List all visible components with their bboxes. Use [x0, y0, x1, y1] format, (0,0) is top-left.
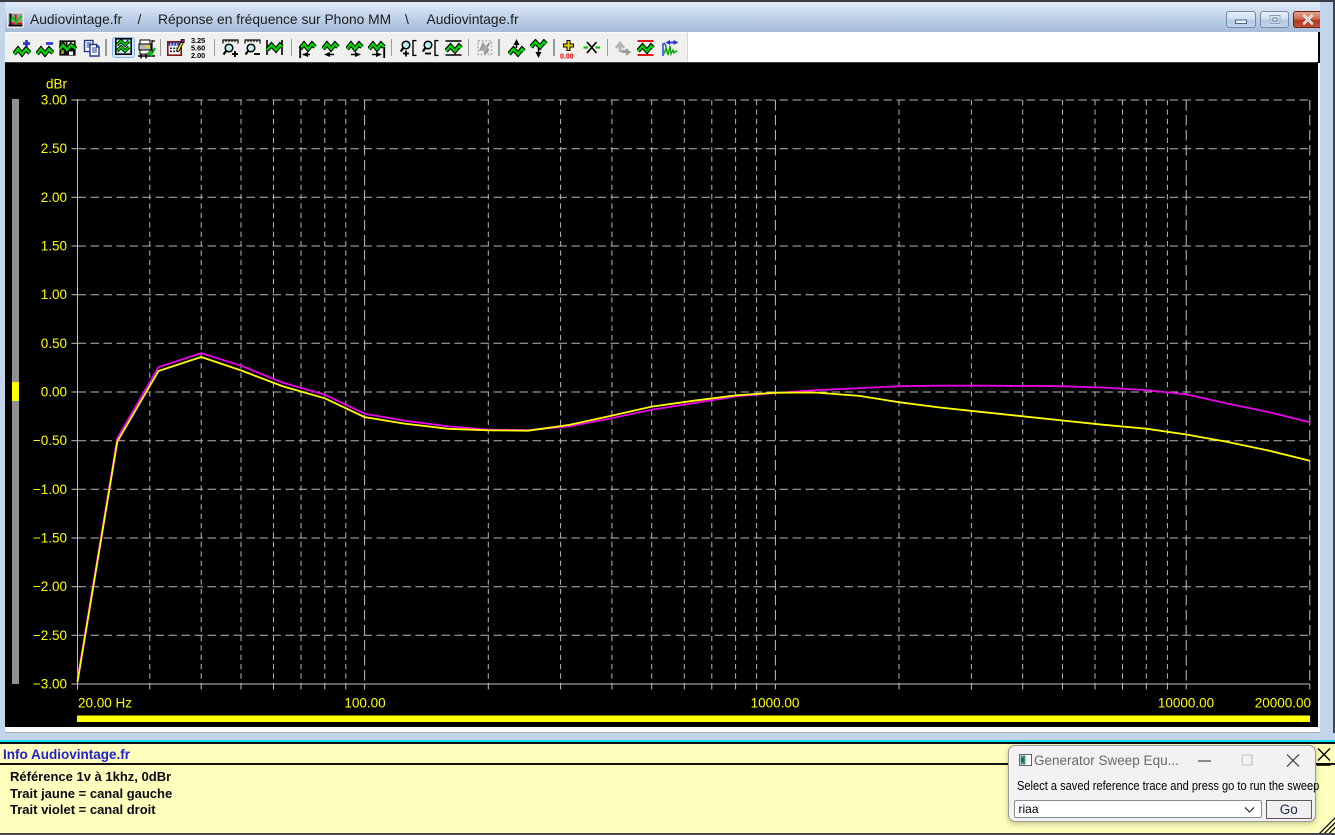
svg-text:1000.00: 1000.00 — [751, 696, 800, 711]
svg-text:−2.00: −2.00 — [33, 579, 67, 594]
svg-text:100.00: 100.00 — [344, 696, 385, 711]
svg-text:0.50: 0.50 — [41, 336, 67, 351]
svg-text:2.00: 2.00 — [191, 51, 205, 59]
svg-text:0.00: 0.00 — [41, 385, 67, 400]
svg-text:−1.50: −1.50 — [33, 531, 67, 546]
svg-text:0.00: 0.00 — [560, 54, 574, 61]
svg-text:1.50: 1.50 — [41, 239, 67, 254]
svg-text:1.00: 1.00 — [41, 287, 67, 302]
svg-text:2.50: 2.50 — [41, 141, 67, 156]
svg-text:3.00: 3.00 — [41, 93, 67, 108]
svg-text:−3.00: −3.00 — [33, 677, 67, 692]
svg-text:2.00: 2.00 — [41, 190, 67, 205]
svg-text:−0.50: −0.50 — [33, 433, 67, 448]
svg-text:−2.50: −2.50 — [33, 628, 67, 643]
svg-text:dBr: dBr — [46, 77, 68, 92]
svg-text:20000.00: 20000.00 — [1255, 696, 1311, 711]
svg-text:20.00 Hz: 20.00 Hz — [78, 696, 132, 711]
svg-text:−1.00: −1.00 — [33, 482, 67, 497]
svg-text:10000.00: 10000.00 — [1158, 696, 1214, 711]
